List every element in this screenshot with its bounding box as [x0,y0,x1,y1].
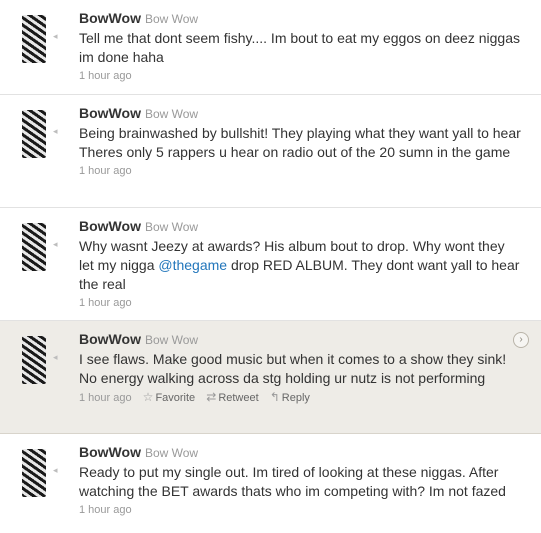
avatar[interactable] [22,336,46,384]
avatar[interactable] [22,110,46,158]
screen-name[interactable]: BowWow [79,331,141,347]
avatar-arrow-icon: ◂ [53,126,58,136]
tweet-meta: 1 hour ago [79,295,523,311]
tweet[interactable]: ◂ BowWow Bow Wow Tell me that dont seem f… [0,0,541,95]
tweet-content: BowWow Bow Wow I see flaws. Make good mus… [79,331,523,406]
retweet-icon: ⇄ [206,390,217,404]
mention-link[interactable]: @thegame [158,257,227,273]
tweet-text: I see flaws. Make good music but when it… [79,351,507,386]
full-name: Bow Wow [144,12,199,26]
tweet-meta: 1 hour ago ☆ Favorite ⇄ Retweet ↰ Reply [79,389,523,406]
retweet-action[interactable]: ⇄ Retweet [206,390,259,404]
screen-name[interactable]: BowWow [79,218,141,234]
timestamp[interactable]: 1 hour ago [79,504,132,516]
tweet-header: BowWow Bow Wow [79,331,523,348]
tweet-hovered[interactable]: ◂ › BowWow Bow Wow I see flaws. Make good… [0,321,541,434]
avatar[interactable] [22,449,46,497]
screen-name[interactable]: BowWow [79,10,141,26]
retweet-label: Retweet [218,392,259,404]
tweet-text: Being brainwashed by bullshit! They play… [79,125,521,160]
timestamp[interactable]: 1 hour ago [79,392,132,404]
tweet-content: BowWow Bow Wow Why wasnt Jeezy at awards?… [79,218,523,311]
avatar-arrow-icon: ◂ [53,352,58,362]
avatar-arrow-icon: ◂ [53,239,58,249]
tweet-meta: 1 hour ago [79,68,523,84]
tweet-meta: 1 hour ago [79,163,523,179]
favorite-action[interactable]: ☆ Favorite [142,390,196,404]
tweet-header: BowWow Bow Wow [79,105,523,122]
reply-icon: ↰ [269,390,280,404]
tweet-header: BowWow Bow Wow [79,444,523,461]
screen-name[interactable]: BowWow [79,444,141,460]
screen-name[interactable]: BowWow [79,105,141,121]
tweet-meta: 1 hour ago [79,502,523,518]
avatar-arrow-icon: ◂ [53,31,58,41]
reply-action[interactable]: ↰ Reply [269,390,310,404]
tweet[interactable]: ◂ BowWow Bow Wow Being brainwashed by bul… [0,95,541,208]
timestamp[interactable]: 1 hour ago [79,297,132,309]
full-name: Bow Wow [144,107,199,121]
tweet-content: BowWow Bow Wow Tell me that dont seem fis… [79,10,523,84]
reply-label: Reply [281,392,310,404]
full-name: Bow Wow [144,333,199,347]
full-name: Bow Wow [144,446,199,460]
full-name: Bow Wow [144,220,199,234]
tweet-text: Ready to put my single out. Im tired of … [79,464,506,499]
tweet[interactable]: ◂ BowWow Bow Wow Why wasnt Jeezy at award… [0,208,541,321]
star-icon: ☆ [142,390,154,404]
avatar[interactable] [22,223,46,271]
tweet[interactable]: ◂ BowWow Bow Wow Ready to put my single o… [0,434,541,533]
tweet-header: BowWow Bow Wow [79,218,523,235]
tweet-stream: ◂ BowWow Bow Wow Tell me that dont seem f… [0,0,541,533]
avatar[interactable] [22,15,46,63]
tweet-header: BowWow Bow Wow [79,10,523,27]
timestamp[interactable]: 1 hour ago [79,165,132,177]
tweet-text: Tell me that dont seem fishy.... Im bout… [79,30,520,65]
tweet-content: BowWow Bow Wow Ready to put my single out… [79,444,523,518]
favorite-label: Favorite [155,392,196,404]
timestamp[interactable]: 1 hour ago [79,70,132,82]
tweet-content: BowWow Bow Wow Being brainwashed by bulls… [79,105,523,179]
avatar-arrow-icon: ◂ [53,465,58,475]
tweet-text: Why wasnt Jeezy at awards? His album bou… [79,237,523,294]
